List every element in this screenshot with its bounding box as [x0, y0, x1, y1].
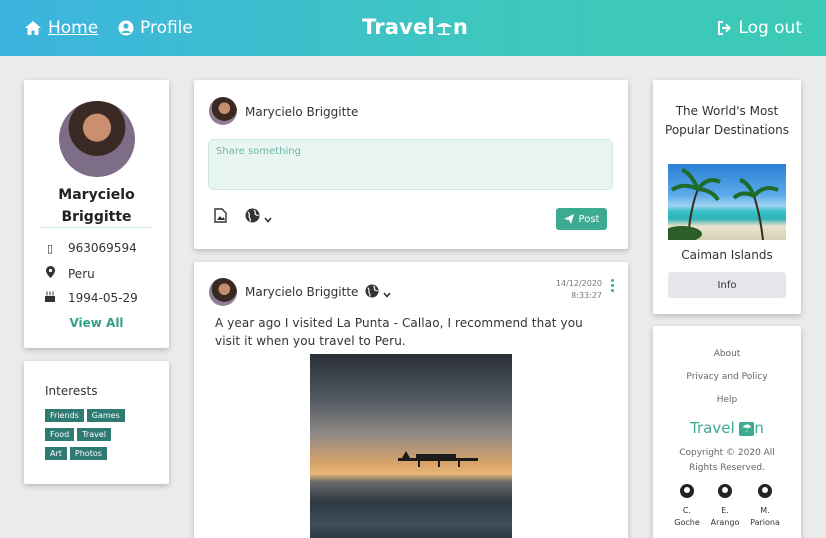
post-author-avatar[interactable] [209, 278, 237, 306]
pier-silhouette [398, 451, 478, 467]
post-photo[interactable] [310, 354, 512, 538]
interest-tag[interactable]: Games [86, 409, 125, 422]
author-initial: C. [682, 506, 692, 515]
beach-umbrella-icon [435, 23, 452, 35]
birthday-cake-icon [44, 290, 56, 305]
brand-text-start: Travel [362, 15, 435, 39]
phone-number: 963069594 [68, 241, 137, 255]
interest-tag[interactable]: Art [45, 447, 67, 460]
birthday-date: 1994-05-29 [68, 290, 138, 305]
brand-umbrella-icon: ☂ [739, 422, 755, 436]
github-icon [718, 484, 732, 498]
logout-button[interactable]: Log out [717, 18, 802, 38]
destination-image[interactable] [668, 164, 786, 240]
post-button-label: Post [578, 213, 600, 225]
post-options-icon[interactable] [611, 279, 614, 294]
composer-user-name: Marycielo Briggitte [245, 105, 359, 119]
interest-tag[interactable]: Travel [77, 428, 111, 441]
author-initial: E. [721, 506, 729, 515]
profile-card: Marycielo Briggitte ▯ 963069594 Peru 199… [24, 80, 169, 348]
destination-title: The World's Most Popular Destinations [665, 104, 789, 137]
map-marker-icon [44, 266, 56, 281]
author-name: Pariona [750, 518, 780, 527]
footer-brand-start: Travel [690, 419, 735, 437]
phone-row: ▯ 963069594 [44, 241, 137, 255]
help-link[interactable]: Help [653, 395, 801, 405]
copyright-text: Copyright © 2020 All Rights Reserved. [679, 448, 775, 473]
feed-post: Marycielo Briggitte 14/12/2020 8:33:27 A… [194, 262, 628, 538]
navbar: Home Profile Travel n Log out [0, 0, 826, 56]
author-name: Arango [710, 518, 740, 527]
destination-name: Caiman Islands [681, 248, 773, 262]
footer-brand-logo: Travel ☂ n [653, 419, 801, 437]
paper-plane-icon [563, 214, 574, 224]
profile-name: Marycielo Briggitte [58, 187, 135, 225]
post-text: A year ago I visited La Punta - Callao, … [215, 316, 583, 348]
footer-brand-end: n [754, 419, 764, 437]
country-row: Peru [44, 266, 95, 281]
interest-tag[interactable]: Food [45, 428, 75, 441]
interest-tag[interactable]: Friends [45, 409, 84, 422]
mobile-phone-icon: ▯ [46, 241, 54, 255]
country-name: Peru [68, 266, 95, 281]
user-circle-icon [118, 20, 134, 36]
info-button[interactable]: Info [668, 272, 786, 298]
birthday-row: 1994-05-29 [44, 290, 138, 305]
github-icon [680, 484, 694, 498]
nav-home-link[interactable]: Home [24, 18, 98, 38]
name-divider [40, 227, 153, 228]
post-composer: Marycielo Briggitte Share something Post [194, 80, 628, 249]
destination-card: The World's Most Popular Destinations Ca… [653, 80, 801, 314]
author-github-link[interactable]: C. Goche [667, 483, 707, 529]
interests-card: Interests Friends Games Food Travel Art … [24, 361, 169, 484]
post-button[interactable]: Post [556, 208, 607, 230]
post-timestamp: 14/12/2020 8:33:27 [556, 278, 602, 302]
privacy-globe-dropdown[interactable] [245, 208, 272, 227]
post-author-name[interactable]: Marycielo Briggitte [245, 285, 358, 299]
nav-profile-link[interactable]: Profile [118, 18, 193, 38]
interests-title: Interests [45, 384, 98, 398]
post-date: 14/12/2020 [555, 279, 602, 288]
github-icon [758, 484, 772, 498]
chevron-down-icon [383, 292, 391, 298]
sign-out-icon [718, 21, 732, 35]
globe-icon [365, 284, 379, 298]
author-name: Goche [674, 518, 700, 527]
profile-avatar[interactable] [59, 101, 135, 177]
interest-tag[interactable]: Photos [69, 447, 107, 460]
logout-label: Log out [738, 18, 802, 38]
brand-text-end: n [452, 15, 469, 39]
home-icon [25, 21, 41, 35]
author-github-link[interactable]: E. Arango [705, 483, 745, 529]
about-link[interactable]: About [653, 349, 801, 359]
interest-tags: Friends Games Food Travel Art Photos [45, 409, 155, 466]
share-input[interactable]: Share something [208, 139, 613, 190]
composer-avatar[interactable] [209, 97, 237, 125]
post-time: 8:33:27 [571, 291, 602, 300]
author-initial: M. [760, 506, 770, 515]
view-all-link[interactable]: View All [24, 316, 169, 330]
palm-trees-illustration [668, 168, 779, 240]
author-github-link[interactable]: M. Pariona [745, 483, 785, 529]
brand-logo[interactable]: Travel n [362, 15, 468, 39]
footer-card: About Privacy and Policy Help Travel ☂ n … [653, 326, 801, 538]
nav-profile-label: Profile [140, 18, 193, 38]
chevron-down-icon [264, 217, 272, 223]
privacy-policy-link[interactable]: Privacy and Policy [653, 372, 801, 382]
nav-home-label: Home [48, 18, 99, 38]
post-privacy-dropdown[interactable] [365, 284, 391, 302]
globe-icon [245, 208, 260, 223]
attach-image-icon[interactable] [214, 208, 227, 227]
